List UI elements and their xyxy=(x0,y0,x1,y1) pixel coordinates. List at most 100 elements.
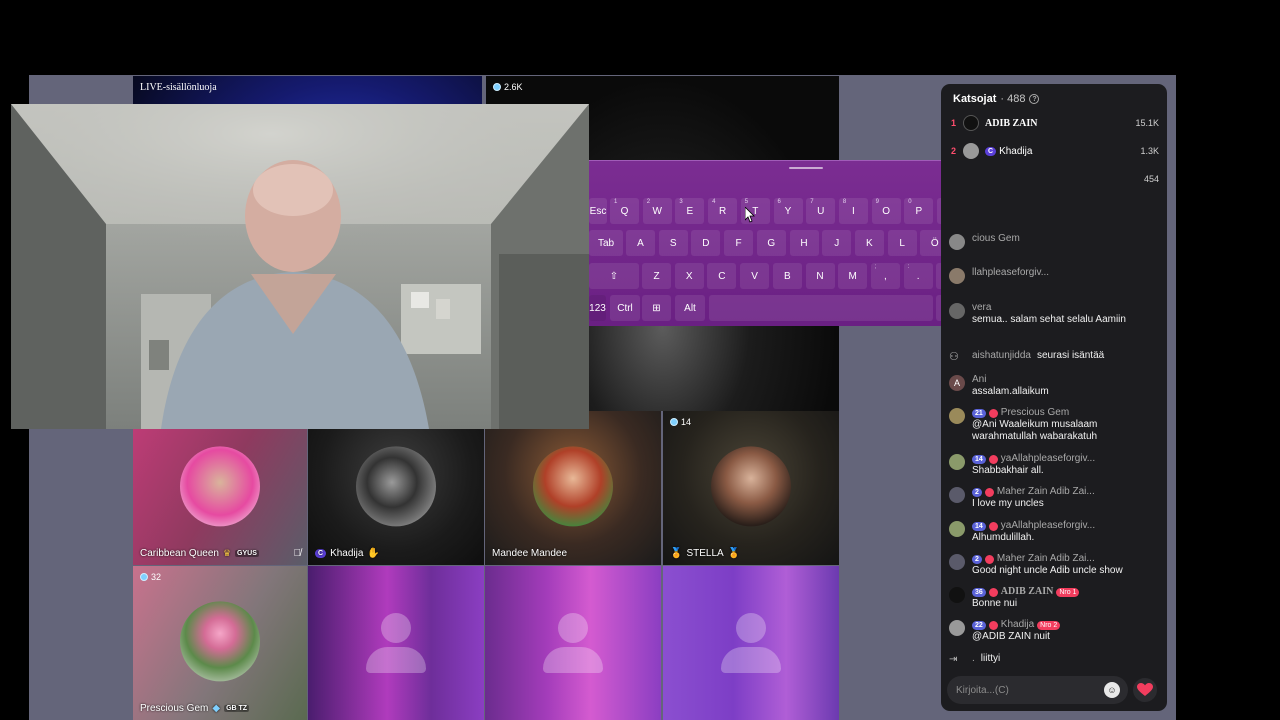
key[interactable]: B xyxy=(772,263,802,289)
key[interactable]: V xyxy=(740,263,770,289)
key[interactable]: H xyxy=(789,230,819,256)
avatar xyxy=(949,268,965,284)
gem-icon: ◆ xyxy=(212,703,221,714)
key-label: Alt xyxy=(684,302,696,314)
key[interactable]: O9 xyxy=(871,198,901,224)
key-label: G xyxy=(767,237,776,249)
chat-message-text: seurasi isäntää xyxy=(1036,350,1105,361)
chat-input[interactable]: Kirjoita...(C) xyxy=(947,676,1128,704)
key[interactable]: L xyxy=(887,230,917,256)
chat-username[interactable]: Khadija xyxy=(1001,619,1034,631)
avatar xyxy=(711,446,791,527)
key-label: R xyxy=(718,205,727,217)
key[interactable]: Y6 xyxy=(773,198,803,224)
key[interactable]: C xyxy=(707,263,737,289)
key[interactable]: .: xyxy=(903,263,933,289)
key-label: Y xyxy=(784,205,792,217)
key[interactable]: Alt xyxy=(675,295,705,321)
fan-heart-icon xyxy=(988,454,998,464)
key[interactable]: J xyxy=(822,230,852,256)
chat-username[interactable]: Maher Zain Adib Zai... xyxy=(997,486,1095,498)
key[interactable]: A xyxy=(626,230,655,256)
chat-username[interactable]: Maher Zain Adib Zai... xyxy=(997,553,1095,565)
key[interactable]: F xyxy=(724,230,754,256)
fan-heart-icon xyxy=(984,487,994,497)
live-creator-label: LIVE-sisällönluoja xyxy=(140,82,217,93)
key[interactable]: K xyxy=(854,230,884,256)
key-label: Tab xyxy=(597,237,615,249)
muted-mic-icon: 🎙̸ xyxy=(293,548,302,559)
spacebar[interactable] xyxy=(709,295,933,321)
key[interactable]: Esc xyxy=(589,198,607,224)
hands-icon: ✋ xyxy=(367,548,380,559)
key[interactable]: Z xyxy=(642,263,671,289)
chat-message-text: Bonne nui xyxy=(972,598,1018,609)
key-secondary-label: 1 xyxy=(614,199,618,205)
chat-username[interactable]: aishatunjidda xyxy=(972,350,1031,362)
key[interactable]: Ctrl xyxy=(610,295,640,321)
key-secondary-label: 0 xyxy=(908,199,912,205)
emoji-icon[interactable]: ☺ xyxy=(1104,682,1120,698)
guest-tile-mandee[interactable]: Mandee Mandee xyxy=(485,411,661,565)
guest-tile-prescious-gem[interactable]: 32 Prescious Gem ◆ GB TZ xyxy=(133,566,307,720)
top-viewer-row[interactable]: 454 xyxy=(951,170,1159,188)
key[interactable]: M xyxy=(838,263,868,289)
shift-icon[interactable]: ⇧ xyxy=(589,263,639,289)
info-icon[interactable]: ? xyxy=(1029,94,1040,104)
key[interactable]: N xyxy=(805,263,835,289)
chat-username[interactable]: yaAllahpleaseforgiv... xyxy=(1001,520,1095,532)
top-viewer-row[interactable]: 2 C Khadija 1.3K xyxy=(951,142,1159,160)
key[interactable]: P0 xyxy=(904,198,934,224)
country-tag: GB TZ xyxy=(224,705,250,712)
viewer-count-badge: 2.6K xyxy=(493,82,523,92)
guest-tile-stella[interactable]: 14 🏅 STELLA 🏅 xyxy=(663,411,839,565)
empty-seat-icon xyxy=(366,613,426,673)
viewers-header[interactable]: Katsojat · 488 ? xyxy=(953,93,1040,105)
avatar xyxy=(949,303,965,319)
top-viewer-row[interactable]: 1 ADIB ZAIN 15.1K xyxy=(951,114,1159,132)
empty-seat-tile[interactable] xyxy=(485,566,661,720)
chat-username[interactable]: cious Gem xyxy=(972,233,1020,245)
keyboard-drag-handle[interactable] xyxy=(789,167,823,169)
key[interactable]: ,; xyxy=(870,263,900,289)
empty-seat-tile[interactable] xyxy=(663,566,839,720)
guest-tile-khadija[interactable]: C Khadija ✋ xyxy=(308,411,484,565)
key[interactable]: R4 xyxy=(708,198,738,224)
guest-name: Prescious Gem xyxy=(140,703,209,714)
avatar xyxy=(180,601,260,682)
guest-name: STELLA xyxy=(686,548,724,559)
avatar xyxy=(949,408,965,424)
chat-message-text: @Ani Waaleikum musalaam warahmatullah wa… xyxy=(972,419,1098,442)
key[interactable]: E3 xyxy=(675,198,705,224)
key[interactable]: X xyxy=(674,263,704,289)
key[interactable]: S xyxy=(658,230,688,256)
windows-icon[interactable]: ⊞ xyxy=(642,295,671,321)
chat-username[interactable]: vera xyxy=(972,302,991,314)
chat-username[interactable]: llahpleaseforgiv... xyxy=(972,267,1049,279)
guest-tile-caribbean-queen[interactable]: Caribbean Queen ♛ GYUS 🎙̸ xyxy=(133,411,307,565)
key-secondary-label: 9 xyxy=(875,199,879,205)
key[interactable]: 123 xyxy=(589,295,606,321)
key[interactable]: I8 xyxy=(838,198,868,224)
chat-username[interactable]: yaAllahpleaseforgiv... xyxy=(1001,453,1095,465)
chat-username[interactable]: Ani xyxy=(972,374,986,386)
medal-icon: 🏅 xyxy=(727,548,741,559)
level-badge: 36 xyxy=(972,587,986,597)
empty-seat-icon xyxy=(721,613,781,673)
key-label: M xyxy=(848,270,857,282)
key[interactable]: G xyxy=(756,230,786,256)
key[interactable]: W2 xyxy=(642,198,672,224)
key[interactable]: D xyxy=(691,230,721,256)
follow-icon: ⚇ xyxy=(949,351,959,363)
key[interactable]: Tab xyxy=(589,230,623,256)
gem-icon xyxy=(140,573,148,581)
key[interactable]: Q1 xyxy=(610,198,639,224)
empty-seat-tile[interactable] xyxy=(308,566,484,720)
chat-username[interactable]: Prescious Gem xyxy=(1001,407,1069,419)
chat-username[interactable]: ADIB ZAIN xyxy=(1001,586,1054,598)
key[interactable]: U7 xyxy=(806,198,836,224)
chat-username[interactable]: . xyxy=(972,653,975,665)
fan-heart-icon xyxy=(988,620,998,630)
key-label: V xyxy=(751,270,758,282)
like-button[interactable] xyxy=(1133,678,1157,702)
